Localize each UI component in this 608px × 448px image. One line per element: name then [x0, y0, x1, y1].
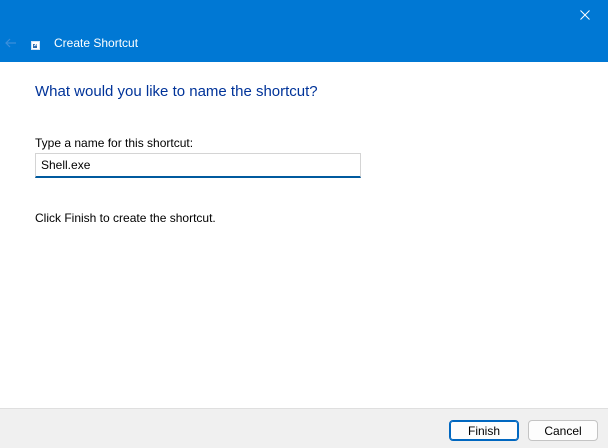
- shortcut-name-input[interactable]: [35, 153, 361, 178]
- finish-hint-text: Click Finish to create the shortcut.: [35, 211, 216, 225]
- close-icon: [580, 10, 590, 20]
- finish-button[interactable]: Finish: [449, 420, 519, 441]
- dialog-footer: Finish Cancel: [0, 408, 608, 448]
- shortcut-icon: [31, 41, 40, 50]
- cancel-button[interactable]: Cancel: [528, 420, 598, 441]
- back-arrow-icon: [5, 38, 16, 48]
- title-bar: Create Shortcut: [0, 0, 608, 62]
- close-button[interactable]: [562, 0, 608, 30]
- create-shortcut-dialog: Create Shortcut What would you like to n…: [0, 0, 608, 448]
- back-button[interactable]: [0, 32, 22, 54]
- page-heading: What would you like to name the shortcut…: [35, 83, 318, 100]
- dialog-title: Create Shortcut: [54, 36, 139, 50]
- shortcut-name-label: Type a name for this shortcut:: [35, 136, 194, 150]
